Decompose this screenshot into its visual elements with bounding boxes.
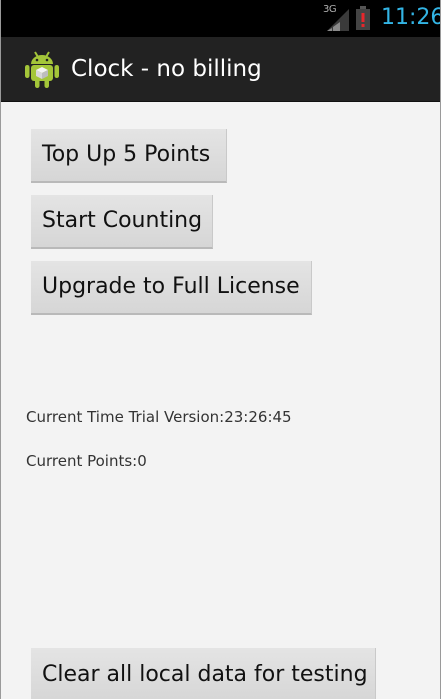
android-app-icon <box>25 51 59 88</box>
status-clock: 11:26 <box>381 5 441 30</box>
upgrade-license-button[interactable]: Upgrade to Full License <box>31 261 312 315</box>
current-points-text: Current Points:0 <box>26 452 147 470</box>
clear-local-data-button[interactable]: Clear all local data for testing <box>31 648 376 699</box>
top-up-points-button[interactable]: Top Up 5 Points <box>31 129 227 183</box>
current-time-text: Current Time Trial Version:23:26:45 <box>26 408 292 426</box>
app-title: Clock - no billing <box>71 56 262 82</box>
start-counting-button[interactable]: Start Counting <box>31 195 213 249</box>
status-bar: 3G 11:26 <box>1 0 440 37</box>
battery-low-icon <box>356 6 370 30</box>
action-bar: Clock - no billing <box>1 37 440 102</box>
app-screen: 3G 11:26 Clock - no billing Top Up 5 Poi… <box>0 0 441 699</box>
signal-bars-icon <box>327 9 349 31</box>
